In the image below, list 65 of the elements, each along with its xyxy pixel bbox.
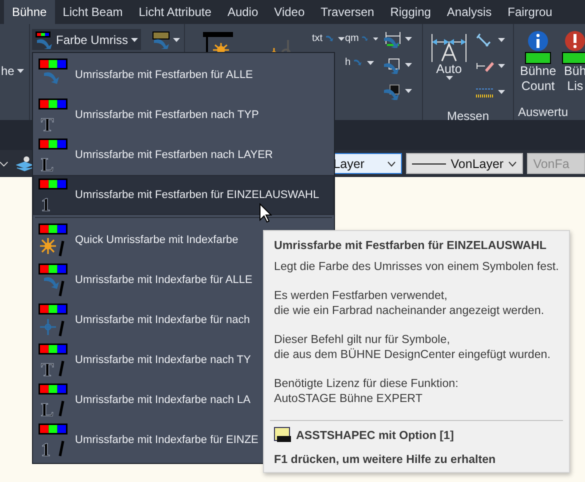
panel-label: Messen — [446, 109, 490, 123]
tooltip-text: Es werden Festfarben verwendet, die wie ein Farbrad nacheinander angezeigt werden. — [274, 288, 546, 318]
menu-item[interactable]: Umrissfarbe mit Festfarben für ALLE — [33, 55, 334, 95]
dimension-icon — [384, 30, 402, 48]
info-icon — [527, 30, 550, 52]
outline-color-icon — [38, 303, 69, 337]
help-hint: F1 drücken, um weitere Hilfe zu erhalten — [274, 453, 497, 466]
ribbon-tab[interactable]: Traversen — [312, 0, 382, 24]
alert-icon — [564, 30, 585, 52]
panel-label: Auswertu — [518, 105, 568, 119]
dimension-icon — [384, 56, 402, 74]
caret-icon — [498, 38, 505, 42]
caret-icon — [498, 90, 505, 94]
ribbon-tab[interactable]: Rigging — [382, 0, 439, 24]
command-icon — [274, 427, 292, 443]
arrow-icon — [326, 34, 336, 44]
caret-icon — [405, 88, 412, 92]
tooltip-text: Legt die Farbe des Umrisses von einem Symbolen fest. — [274, 259, 559, 274]
caret-icon — [405, 62, 412, 66]
cursor-icon — [259, 203, 272, 223]
status-bar-icon — [562, 52, 585, 64]
ribbon-tab[interactable]: Audio — [219, 0, 266, 24]
tooltip-text: Benötigte Lizenz für diese Funktion: AutoSTAGE Bühne EXPERT — [274, 376, 460, 406]
tooltip-text: Dieser Befehl gilt nur für Symbole, die aus dem BÜHNE DesignCenter eingefügt wurden. — [274, 332, 552, 362]
caret-icon — [366, 60, 374, 64]
text-tool-button[interactable]: txt — [312, 28, 345, 49]
outline-color-icon — [38, 263, 69, 297]
arrow-icon — [362, 34, 370, 44]
caret-icon — [173, 38, 180, 42]
chevron-icon — [508, 160, 518, 166]
linetype-dropdown[interactable]: VonLayer — [406, 153, 524, 174]
chevron-icon — [387, 160, 396, 166]
tooltip-title: Umrissfarbe mit Festfarben für EINZELAUSWAHL — [274, 239, 548, 252]
caret-icon — [0, 160, 8, 166]
caret-icon — [17, 68, 24, 72]
ribbon-tab[interactable]: Video — [266, 0, 313, 24]
ribbon-tab[interactable]: Analysis — [438, 0, 500, 24]
command-name: ASSTSHAPEC mit Option [1] — [296, 428, 454, 442]
caret-icon — [498, 64, 505, 68]
dimension-icon — [429, 32, 469, 62]
fill-color-icon — [152, 30, 170, 48]
status-bar-icon — [525, 52, 552, 64]
auto-measure-button[interactable]: Auto — [427, 30, 471, 82]
caret-icon — [446, 76, 452, 80]
text-tool-button[interactable]: h — [345, 52, 378, 73]
ribbon-tab[interactable]: Bühne — [4, 0, 55, 24]
text-tool-button[interactable]: qm — [345, 28, 378, 49]
ribbon-tab[interactable]: Licht Attribute — [130, 0, 220, 24]
ribbon-tab[interactable]: Licht Beam — [54, 0, 131, 24]
outline-color-icon — [38, 223, 69, 257]
outline-color-button[interactable]: Farbe Umriss — [32, 29, 142, 50]
caret-icon — [131, 38, 138, 42]
line-icon — [412, 162, 446, 166]
caret-icon — [338, 36, 345, 40]
outline-color-icon — [35, 30, 53, 48]
caret-icon — [405, 36, 412, 40]
dimension-icon — [384, 82, 402, 100]
menu-item[interactable]: T Umrissfarbe mit Festfarben nach TYP — [33, 95, 334, 135]
layers-icon — [16, 154, 33, 172]
ribbon-tab[interactable]: Fairgrou — [500, 0, 560, 24]
arrow-icon — [354, 58, 364, 68]
caret-icon — [372, 36, 378, 40]
ribbon-button[interactable]: he — [0, 60, 28, 81]
menu-item[interactable]: 1 Umrissfarbe mit Festfarben für EINZELAUSWAHL — [33, 175, 334, 215]
count-button[interactable]: Bühne Count — [520, 30, 556, 94]
